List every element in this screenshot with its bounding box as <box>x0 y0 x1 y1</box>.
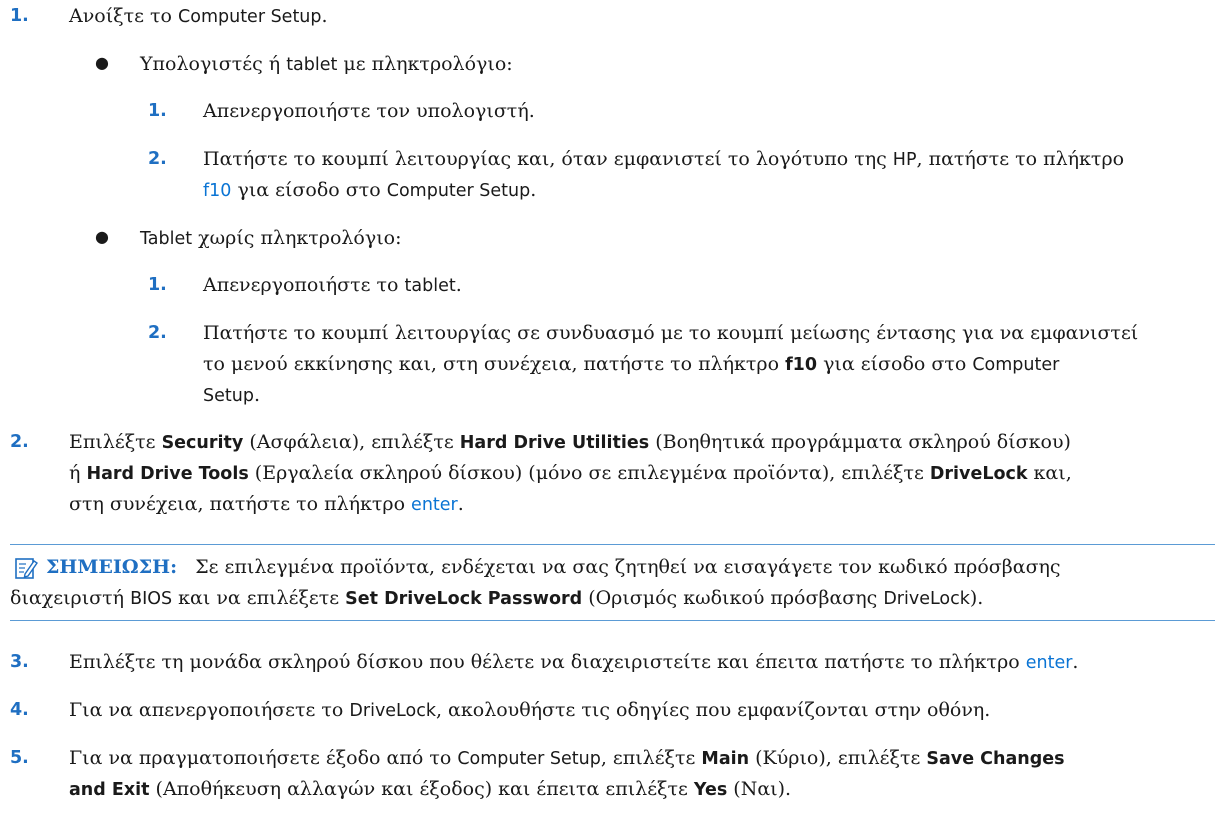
step-3-text: Επιλέξτε τη μονάδα σκληρού δίσκου που θέ… <box>69 651 1079 673</box>
substep-number: 2. <box>148 149 167 169</box>
key-f10: f10 <box>203 181 232 201</box>
note-text: ΣΗΜΕΙΩΣΗ: Σε επιλεγμένα προϊόντα, ενδέχε… <box>46 556 1061 578</box>
bullet-tablet-text: Tablet χωρίς πληκτρολόγιο: <box>140 227 402 249</box>
substep-text-cont: f10 για είσοδο στο Computer Setup. <box>203 179 537 201</box>
bullet-dot-icon: ● <box>95 53 109 72</box>
key-enter: enter <box>411 495 458 515</box>
step-1-text: Ανοίξτε το Computer Setup. <box>69 5 328 27</box>
key-f10: f10 <box>785 355 818 375</box>
substep-number: 1. <box>148 275 167 295</box>
substep-text-cont: Setup. <box>203 384 260 406</box>
document-page: { "step1": { "num": "1.", "text_a": "Ανο… <box>0 0 1215 826</box>
substep-number: 1. <box>148 101 167 121</box>
bullet-keyboard-text: Υπολογιστές ή tablet με πληκτρολόγιο: <box>140 53 513 75</box>
note-rule-top <box>10 544 1215 545</box>
substep-number: 2. <box>148 323 167 343</box>
substep-text: Απενεργοποιήστε τον υπολογιστή. <box>203 100 535 122</box>
note-text-cont: διαχειριστή BIOS και να επιλέξετε Set Dr… <box>10 587 984 609</box>
substep-text: Πατήστε το κουμπί λειτουργίας σε συνδυασ… <box>203 322 1139 344</box>
step-number: 2. <box>10 432 29 452</box>
key-enter: enter <box>1025 653 1073 673</box>
step-2-text: Επιλέξτε Security (Ασφάλεια), επιλέξτε H… <box>69 431 1071 453</box>
note-label: ΣΗΜΕΙΩΣΗ: <box>46 556 178 578</box>
step-number: 4. <box>10 700 29 720</box>
substep-text: Απενεργοποιήστε το tablet. <box>203 274 462 296</box>
step-number: 5. <box>10 748 29 768</box>
step-4-text: Για να απενεργοποιήσετε το DriveLock, ακ… <box>69 699 991 721</box>
note-pencil-icon <box>15 558 38 579</box>
note-rule-bottom <box>10 620 1215 621</box>
step-5-text-cont: and Exit (Αποθήκευση αλλαγών και έξοδος)… <box>69 778 792 800</box>
step-number: 1. <box>10 6 29 26</box>
substep-text: Πατήστε το κουμπί λειτουργίας και, όταν … <box>203 148 1125 170</box>
step-5-text: Για να πραγματοποιήσετε έξοδο από το Com… <box>69 747 1065 769</box>
step-2-text-cont: στη συνέχεια, πατήστε το πλήκτρο enter. <box>69 493 464 515</box>
substep-text-cont: το μενού εκκίνησης και, στη συνέχεια, πα… <box>203 353 1060 375</box>
step-2-text-cont: ή Hard Drive Tools (Εργαλεία σκληρού δίσ… <box>69 462 1072 484</box>
bullet-dot-icon: ● <box>95 227 109 246</box>
step-number: 3. <box>10 652 29 672</box>
